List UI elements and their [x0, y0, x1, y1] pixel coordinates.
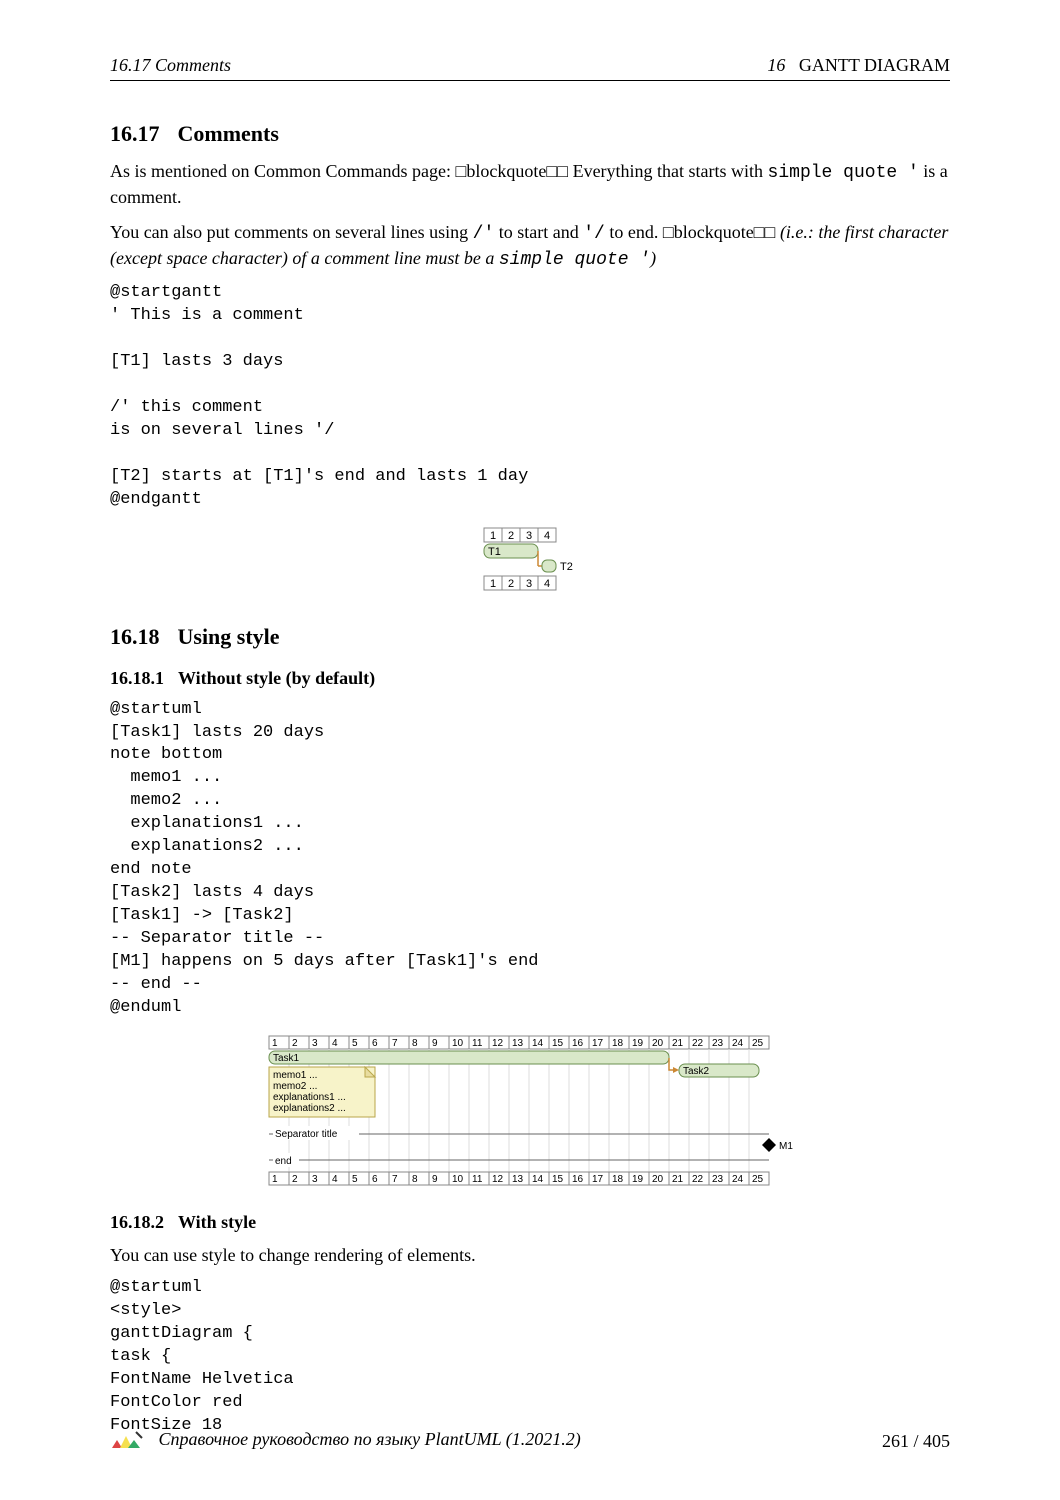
svg-text:8: 8: [412, 1038, 418, 1049]
svg-text:11: 11: [472, 1038, 483, 1049]
svg-text:17: 17: [592, 1174, 604, 1185]
svg-text:end: end: [275, 1156, 292, 1167]
svg-text:16: 16: [572, 1038, 584, 1049]
svg-text:25: 25: [752, 1174, 764, 1185]
gantt-diagram-large: 1234567891011121314151617181920212223242…: [110, 1034, 950, 1194]
svg-text:7: 7: [392, 1174, 398, 1185]
svg-text:12: 12: [492, 1174, 504, 1185]
svg-text:T2: T2: [560, 561, 573, 573]
svg-text:memo2 ...: memo2 ...: [273, 1081, 317, 1092]
svg-text:9: 9: [432, 1174, 438, 1185]
svg-text:M1: M1: [779, 1141, 793, 1152]
svg-text:13: 13: [512, 1174, 524, 1185]
page: 16.17 Comments 16 GANTT DIAGRAM 16.17Com…: [0, 0, 1060, 1500]
svg-text:4: 4: [544, 530, 550, 542]
gantt-diagram-small: 1 2 3 4 T1 T2 1 2 3 4: [110, 526, 950, 596]
svg-text:4: 4: [332, 1038, 338, 1049]
code-block-without-style: @startuml [Task1] lasts 20 days note bot…: [110, 699, 950, 1020]
svg-text:2: 2: [508, 578, 514, 590]
svg-text:4: 4: [544, 578, 550, 590]
svg-text:7: 7: [392, 1038, 398, 1049]
svg-text:13: 13: [512, 1038, 524, 1049]
svg-text:explanations1 ...: explanations1 ...: [273, 1092, 346, 1103]
svg-text:24: 24: [732, 1038, 744, 1049]
svg-text:9: 9: [432, 1038, 438, 1049]
svg-text:10: 10: [452, 1174, 464, 1185]
svg-text:22: 22: [692, 1038, 704, 1049]
plantuml-logo-icon: [110, 1428, 144, 1454]
subsection-without-style-heading: 16.18.1Without style (by default): [110, 668, 950, 689]
header-left: 16.17 Comments: [110, 55, 231, 76]
svg-text:3: 3: [312, 1174, 318, 1185]
svg-text:14: 14: [532, 1038, 544, 1049]
svg-text:1: 1: [272, 1038, 278, 1049]
svg-text:23: 23: [712, 1038, 724, 1049]
header-right: 16 GANTT DIAGRAM: [767, 55, 950, 76]
svg-text:3: 3: [526, 578, 532, 590]
svg-text:1: 1: [272, 1174, 278, 1185]
svg-text:3: 3: [312, 1038, 318, 1049]
svg-text:19: 19: [632, 1174, 644, 1185]
svg-text:T1: T1: [488, 546, 501, 558]
svg-text:12: 12: [492, 1038, 504, 1049]
svg-text:Task2: Task2: [683, 1066, 710, 1077]
page-header: 16.17 Comments 16 GANTT DIAGRAM: [110, 55, 950, 81]
svg-text:5: 5: [352, 1174, 358, 1185]
svg-text:22: 22: [692, 1174, 704, 1185]
svg-text:16: 16: [572, 1174, 584, 1185]
svg-text:6: 6: [372, 1038, 378, 1049]
svg-text:8: 8: [412, 1174, 418, 1185]
svg-text:20: 20: [652, 1174, 664, 1185]
svg-text:6: 6: [372, 1174, 378, 1185]
svg-text:1: 1: [490, 530, 496, 542]
svg-text:Separator title: Separator title: [275, 1129, 338, 1140]
svg-text:2: 2: [508, 530, 514, 542]
svg-text:11: 11: [472, 1174, 483, 1185]
svg-text:4: 4: [332, 1174, 338, 1185]
svg-text:23: 23: [712, 1174, 724, 1185]
svg-text:19: 19: [632, 1038, 644, 1049]
page-number: 261 / 405: [882, 1431, 950, 1452]
svg-text:20: 20: [652, 1038, 664, 1049]
footer-left: Справочное руководство по языку PlantUML…: [110, 1428, 581, 1454]
comments-para-2: You can also put comments on several lin…: [110, 220, 950, 273]
svg-text:17: 17: [592, 1038, 604, 1049]
svg-text:24: 24: [732, 1174, 744, 1185]
svg-text:10: 10: [452, 1038, 464, 1049]
svg-text:5: 5: [352, 1038, 358, 1049]
svg-text:1: 1: [490, 578, 496, 590]
svg-text:3: 3: [526, 530, 532, 542]
svg-text:Task1: Task1: [273, 1053, 300, 1064]
with-style-para: You can use style to change rendering of…: [110, 1243, 950, 1267]
svg-text:14: 14: [532, 1174, 544, 1185]
svg-text:15: 15: [552, 1038, 564, 1049]
svg-text:25: 25: [752, 1038, 764, 1049]
svg-text:18: 18: [612, 1174, 624, 1185]
svg-text:explanations2 ...: explanations2 ...: [273, 1103, 346, 1114]
code-block-comments: @startgantt ' This is a comment [T1] las…: [110, 282, 950, 511]
svg-text:15: 15: [552, 1174, 564, 1185]
svg-text:memo1 ...: memo1 ...: [273, 1070, 317, 1081]
svg-text:2: 2: [292, 1038, 298, 1049]
section-comments-heading: 16.17Comments: [110, 121, 950, 147]
code-block-with-style: @startuml <style> ganttDiagram { task { …: [110, 1277, 950, 1438]
svg-text:18: 18: [612, 1038, 624, 1049]
svg-text:21: 21: [672, 1174, 684, 1185]
page-footer: Справочное руководство по языку PlantUML…: [110, 1428, 950, 1454]
section-using-style-heading: 16.18Using style: [110, 624, 950, 650]
svg-text:21: 21: [672, 1038, 684, 1049]
comments-para-1: As is mentioned on Common Commands page:…: [110, 159, 950, 210]
subsection-with-style-heading: 16.18.2With style: [110, 1212, 950, 1233]
svg-text:2: 2: [292, 1174, 298, 1185]
